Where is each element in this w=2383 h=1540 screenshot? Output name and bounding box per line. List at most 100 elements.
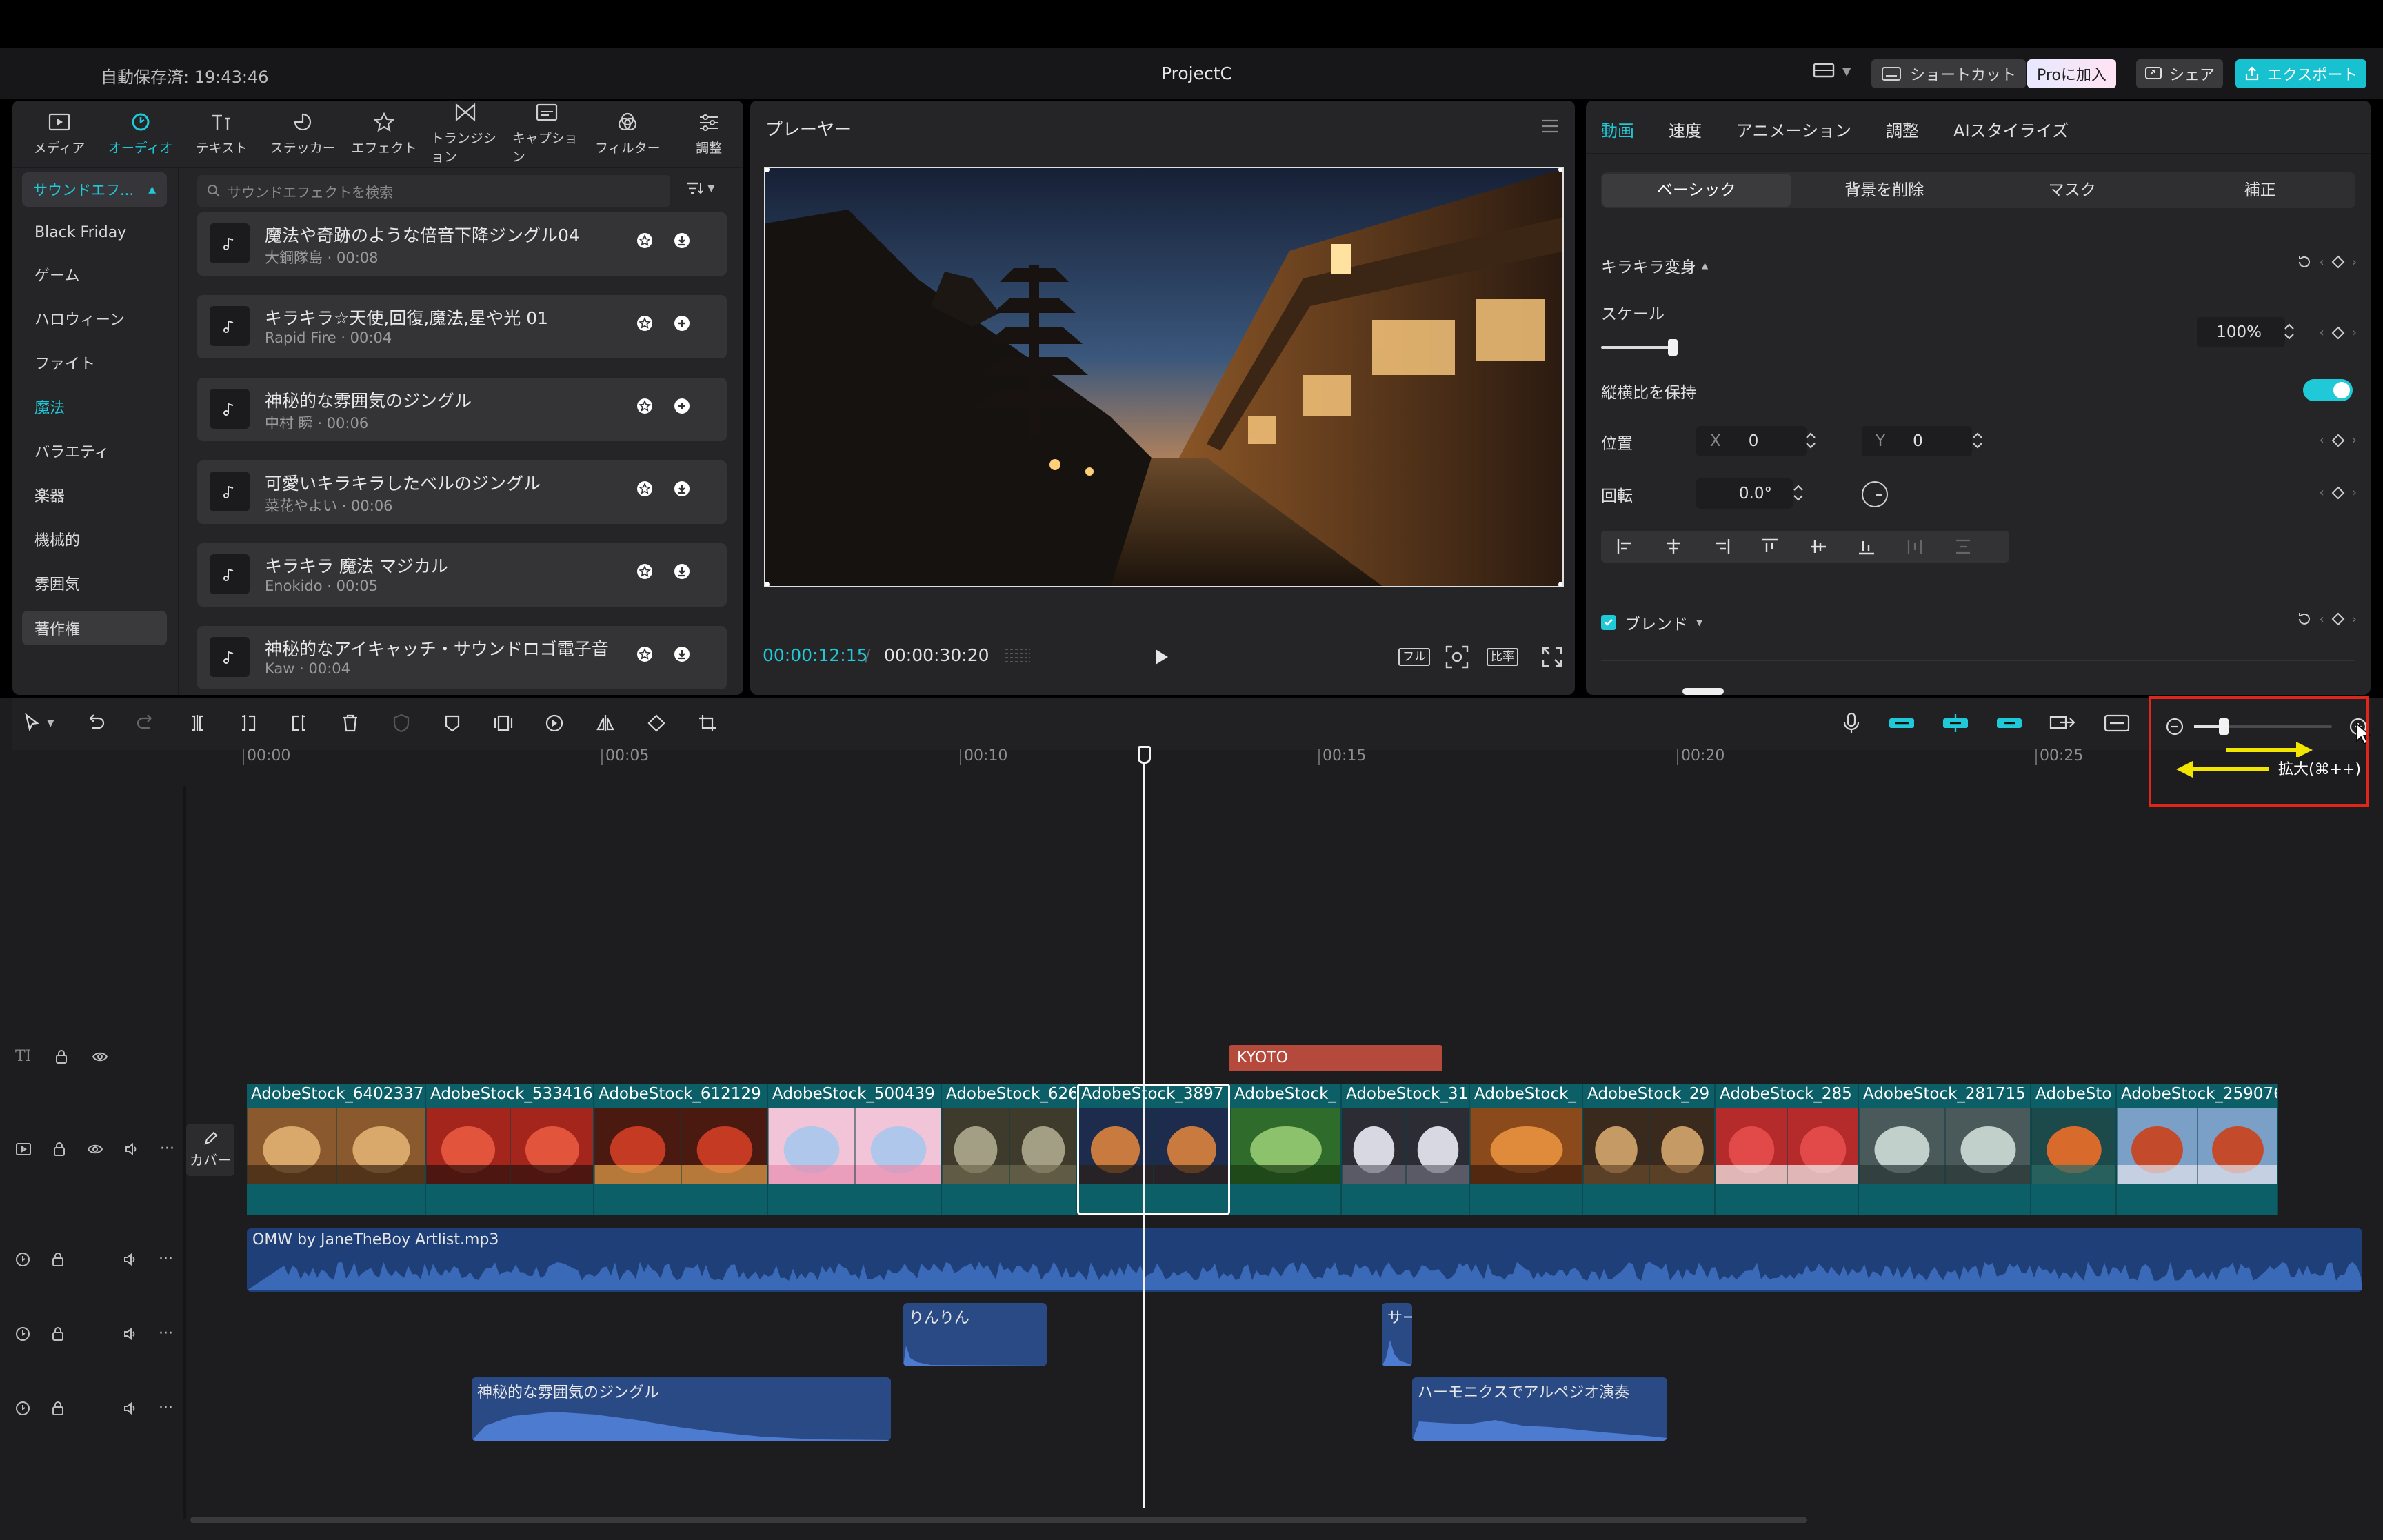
play-button[interactable] bbox=[1152, 647, 1171, 667]
split-right-icon[interactable] bbox=[289, 713, 310, 733]
download-icon[interactable] bbox=[673, 232, 691, 250]
next-keyframe-icon[interactable]: › bbox=[2352, 485, 2357, 500]
link-clips-icon[interactable] bbox=[1942, 711, 1969, 735]
sfx-clip-rinrin[interactable]: りんりん bbox=[903, 1303, 1047, 1366]
tab-adjust[interactable]: 調整 bbox=[1886, 117, 1919, 141]
preview-axis-icon[interactable] bbox=[1995, 711, 2023, 735]
pro-button[interactable]: Proに加入 bbox=[2027, 59, 2116, 88]
sort-filter-button[interactable]: ▼ bbox=[685, 181, 715, 196]
share-button[interactable]: シェア bbox=[2136, 59, 2224, 88]
tab-speed[interactable]: 速度 bbox=[1669, 117, 1702, 141]
keyframe-diamond-icon[interactable] bbox=[2331, 434, 2345, 447]
text-clip-kyoto[interactable]: KYOTO bbox=[1229, 1045, 1442, 1071]
position-x-field[interactable]: X 0 bbox=[1696, 426, 1807, 456]
blend-section[interactable]: ブレンド ▼ bbox=[1601, 611, 1702, 634]
scale-stepper[interactable] bbox=[2282, 321, 2296, 342]
prev-keyframe-icon[interactable]: ‹ bbox=[2320, 325, 2324, 340]
video-clip[interactable]: AdobeStock_626 bbox=[942, 1084, 1077, 1215]
video-clip[interactable]: AdobeStock_ bbox=[1230, 1084, 1342, 1215]
shortcut-button[interactable]: ショートカット bbox=[1871, 59, 2027, 88]
video-clip[interactable]: AdobeStock_259076 bbox=[2117, 1084, 2278, 1215]
timeline-ruler[interactable] bbox=[245, 753, 2355, 764]
search-input[interactable]: サウンドエフェクトを検索 bbox=[197, 175, 670, 207]
category-copyright[interactable]: 著作権 bbox=[22, 611, 167, 645]
microphone-icon[interactable] bbox=[1841, 711, 1862, 735]
replace-clip-icon[interactable] bbox=[2049, 711, 2077, 735]
transform-section-toggle[interactable]: キラキラ変身 ▲ bbox=[1601, 254, 1708, 277]
position-y-field[interactable]: Y 0 bbox=[1862, 426, 1972, 456]
category-header[interactable]: サウンドエフ... ▲ bbox=[22, 172, 167, 207]
next-keyframe-icon[interactable]: › bbox=[2352, 433, 2357, 447]
category-halloween[interactable]: ハロウィーン bbox=[22, 296, 167, 341]
toolbar-effect[interactable]: エフェクト bbox=[350, 112, 419, 156]
sound-item[interactable]: キラキラ 魔法 マジカル Enokido · 00:05 bbox=[197, 543, 727, 607]
lock-icon[interactable] bbox=[51, 1252, 65, 1267]
align-bottom-icon[interactable] bbox=[1842, 538, 1891, 556]
favorite-star-icon[interactable] bbox=[636, 645, 654, 663]
lock-icon[interactable] bbox=[51, 1326, 65, 1341]
cover-button[interactable]: カバー bbox=[186, 1124, 234, 1176]
fullscreen-button[interactable] bbox=[1542, 647, 1562, 667]
distribute-h-icon[interactable] bbox=[1891, 538, 1939, 556]
lock-icon[interactable] bbox=[51, 1401, 65, 1416]
favorite-star-icon[interactable] bbox=[636, 480, 654, 498]
waveform-grid-icon[interactable] bbox=[1004, 647, 1032, 666]
delete-icon[interactable] bbox=[340, 713, 361, 733]
keyframe-diamond-icon[interactable] bbox=[2331, 326, 2345, 340]
add-icon[interactable] bbox=[673, 314, 691, 332]
video-clip[interactable]: AdobeStock_6402337 bbox=[247, 1084, 426, 1215]
lock-icon[interactable] bbox=[52, 1142, 66, 1157]
subtab-mask[interactable]: マスク bbox=[1978, 174, 2166, 207]
redo-icon[interactable] bbox=[136, 713, 157, 733]
full-button[interactable]: フル bbox=[1398, 648, 1430, 666]
category-mechanical[interactable]: 機械的 bbox=[22, 517, 167, 561]
speaker-icon[interactable] bbox=[123, 1253, 138, 1266]
player-menu-button[interactable] bbox=[1540, 119, 1560, 134]
sound-item[interactable]: 神秘的なアイキャッチ・サウンドロゴ電子音 Kaw · 00:04 bbox=[197, 626, 727, 689]
sfx-clip-sa[interactable]: サー bbox=[1382, 1303, 1412, 1366]
favorite-star-icon[interactable] bbox=[636, 563, 654, 580]
speaker-icon[interactable] bbox=[123, 1327, 138, 1341]
download-icon[interactable] bbox=[673, 645, 691, 663]
speed-icon[interactable] bbox=[544, 713, 565, 733]
fit-timeline-icon[interactable] bbox=[2103, 711, 2131, 735]
mirror-icon[interactable] bbox=[595, 713, 616, 733]
next-keyframe-icon[interactable]: › bbox=[2352, 255, 2357, 270]
prev-keyframe-icon[interactable]: ‹ bbox=[2320, 485, 2324, 500]
keyframe-diamond-icon[interactable] bbox=[2331, 612, 2345, 626]
video-clip[interactable]: AdobeStock_ bbox=[1470, 1084, 1583, 1215]
favorite-star-icon[interactable] bbox=[636, 314, 654, 332]
prev-keyframe-icon[interactable]: ‹ bbox=[2320, 255, 2324, 270]
more-icon[interactable]: ··· bbox=[159, 1250, 173, 1268]
category-variety[interactable]: バラエティ bbox=[22, 429, 167, 473]
video-clip[interactable]: AdobeStock_533416 bbox=[426, 1084, 594, 1215]
favorite-star-icon[interactable] bbox=[636, 232, 654, 250]
undo-icon[interactable] bbox=[85, 713, 105, 733]
toolbar-audio[interactable]: オーディオ bbox=[106, 112, 175, 156]
sound-item[interactable]: キラキラ☆天使,回復,魔法,星や光 01 Rapid Fire · 00:04 bbox=[197, 295, 727, 358]
toolbar-text[interactable]: テキスト bbox=[188, 112, 257, 156]
more-icon[interactable]: ··· bbox=[159, 1325, 173, 1342]
sfx-clip-mystic-jingle[interactable]: 神秘的な雰囲気のジングル bbox=[472, 1377, 891, 1441]
more-icon[interactable]: ··· bbox=[159, 1399, 173, 1417]
sfx-clip-harmonics-arpeggio[interactable]: ハーモニクスでアルペジオ演奏 bbox=[1412, 1377, 1667, 1441]
playhead-handle[interactable] bbox=[1138, 746, 1151, 764]
toolbar-adjust[interactable]: 調整 bbox=[674, 112, 743, 156]
lock-icon[interactable] bbox=[54, 1049, 68, 1064]
next-keyframe-icon[interactable]: › bbox=[2352, 325, 2357, 340]
tab-ai-stylize[interactable]: AIスタイライズ bbox=[1953, 117, 2069, 141]
toolbar-transition[interactable]: トランジション bbox=[431, 102, 500, 165]
distribute-v-icon[interactable] bbox=[1939, 538, 1987, 556]
video-clip[interactable]: AdobeStock_500439 bbox=[768, 1084, 942, 1215]
download-icon[interactable] bbox=[673, 563, 691, 580]
subtab-correction[interactable]: 補正 bbox=[2166, 174, 2355, 207]
align-right-icon[interactable] bbox=[1698, 538, 1746, 556]
video-clip[interactable]: AdobeStock_285 bbox=[1716, 1084, 1859, 1215]
align-center-h-icon[interactable] bbox=[1649, 538, 1698, 556]
music-clip[interactable]: OMW by JaneTheBoy Artlist.mp3 bbox=[247, 1228, 2362, 1292]
video-preview[interactable] bbox=[764, 167, 1564, 587]
align-left-icon[interactable] bbox=[1601, 538, 1649, 556]
magnet-snap-icon[interactable] bbox=[1888, 711, 1916, 735]
rotate-icon[interactable] bbox=[646, 713, 667, 733]
subtab-remove-bg[interactable]: 背景を削除 bbox=[1791, 174, 1979, 207]
